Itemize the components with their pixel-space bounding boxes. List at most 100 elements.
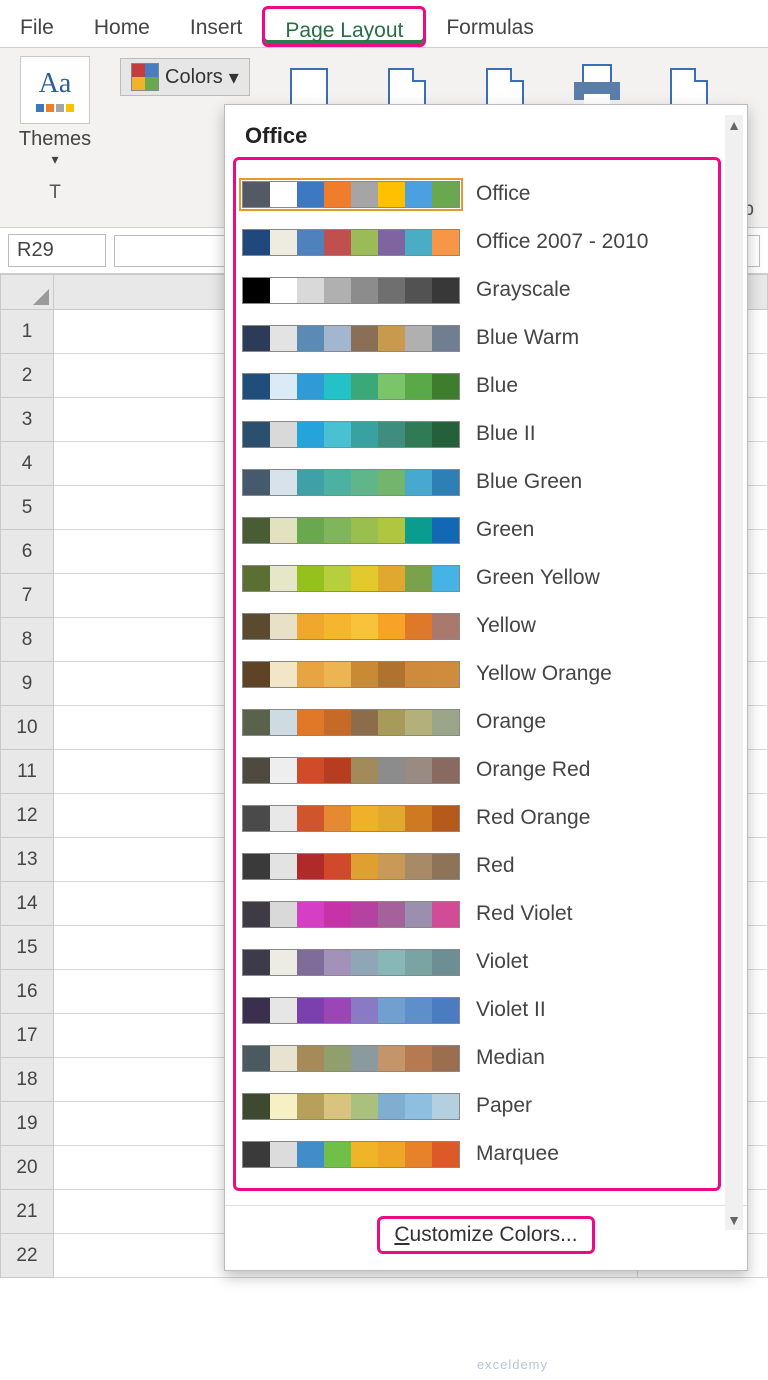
row-header-7[interactable]: 7: [0, 574, 54, 618]
color-theme-label: Office 2007 - 2010: [476, 230, 648, 254]
color-theme-paper[interactable]: Paper: [242, 1082, 712, 1130]
color-theme-label: Violet: [476, 950, 528, 974]
row-header-15[interactable]: 15: [0, 926, 54, 970]
color-theme-orange-red[interactable]: Orange Red: [242, 746, 712, 794]
color-swatches: [242, 853, 460, 880]
color-theme-label: Blue Warm: [476, 326, 579, 350]
color-theme-label: Blue: [476, 374, 518, 398]
colors-dropdown-button[interactable]: Colors ▾: [120, 58, 250, 96]
color-swatches: [242, 949, 460, 976]
tab-file[interactable]: File: [0, 6, 74, 47]
themes-button[interactable]: Aa: [20, 56, 90, 124]
colors-icon: [131, 63, 159, 91]
color-swatches: [242, 1141, 460, 1168]
color-theme-label: Blue II: [476, 422, 536, 446]
row-header-2[interactable]: 2: [0, 354, 54, 398]
row-header-11[interactable]: 11: [0, 750, 54, 794]
color-theme-blue-green[interactable]: Blue Green: [242, 458, 712, 506]
color-theme-label: Red: [476, 854, 515, 878]
color-swatches: [242, 661, 460, 688]
color-theme-label: Marquee: [476, 1142, 559, 1166]
row-header-8[interactable]: 8: [0, 618, 54, 662]
color-theme-grayscale[interactable]: Grayscale: [242, 266, 712, 314]
row-header-5[interactable]: 5: [0, 486, 54, 530]
select-all-corner[interactable]: [0, 274, 54, 310]
color-theme-blue[interactable]: Blue: [242, 362, 712, 410]
color-swatches: [242, 277, 460, 304]
chevron-down-icon[interactable]: ▾: [10, 151, 100, 168]
color-theme-red-orange[interactable]: Red Orange: [242, 794, 712, 842]
color-swatches: [242, 613, 460, 640]
color-theme-label: Violet II: [476, 998, 546, 1022]
color-theme-yellow-orange[interactable]: Yellow Orange: [242, 650, 712, 698]
color-theme-label: Red Violet: [476, 902, 573, 926]
tab-page-layout[interactable]: Page Layout: [262, 6, 426, 47]
color-swatches: [242, 421, 460, 448]
color-theme-median[interactable]: Median: [242, 1034, 712, 1082]
color-theme-red[interactable]: Red: [242, 842, 712, 890]
color-theme-green[interactable]: Green: [242, 506, 712, 554]
row-header-10[interactable]: 10: [0, 706, 54, 750]
colors-section-title: Office: [245, 123, 307, 149]
chevron-down-icon: ▾: [229, 65, 239, 90]
themes-label: Themes: [10, 128, 100, 151]
color-theme-label: Blue Green: [476, 470, 582, 494]
tab-home[interactable]: Home: [74, 6, 170, 47]
color-theme-violet[interactable]: Violet: [242, 938, 712, 986]
dropdown-scrollbar[interactable]: ▲ ▼: [725, 115, 743, 1230]
ribbon: Aa Themes ▾ T Colors ▾: [0, 48, 768, 228]
color-swatches: [242, 1093, 460, 1120]
customize-colors-button[interactable]: Customize Colors...: [377, 1216, 594, 1254]
row-header-3[interactable]: 3: [0, 398, 54, 442]
color-swatches: [242, 709, 460, 736]
scroll-up-icon[interactable]: ▲: [725, 115, 743, 135]
color-theme-label: Yellow: [476, 614, 536, 638]
row-header-14[interactable]: 14: [0, 882, 54, 926]
color-theme-label: Red Orange: [476, 806, 590, 830]
color-theme-label: Yellow Orange: [476, 662, 612, 686]
color-theme-label: Orange: [476, 710, 546, 734]
color-theme-red-violet[interactable]: Red Violet: [242, 890, 712, 938]
ribbon-tabs: File Home Insert Page Layout Formulas: [0, 0, 768, 48]
row-header-22[interactable]: 22: [0, 1234, 54, 1278]
row-header-9[interactable]: 9: [0, 662, 54, 706]
color-theme-list: Office Office 2007 - 2010 Grayscale Blue Wa…: [233, 157, 721, 1191]
row-header-20[interactable]: 20: [0, 1146, 54, 1190]
color-theme-yellow[interactable]: Yellow: [242, 602, 712, 650]
color-swatches: [242, 517, 460, 544]
row-header-21[interactable]: 21: [0, 1190, 54, 1234]
color-swatches: [242, 997, 460, 1024]
color-swatches: [242, 469, 460, 496]
color-theme-office[interactable]: Office: [242, 170, 712, 218]
color-theme-label: Median: [476, 1046, 545, 1070]
row-header-1[interactable]: 1: [0, 310, 54, 354]
color-theme-orange[interactable]: Orange: [242, 698, 712, 746]
row-header-19[interactable]: 19: [0, 1102, 54, 1146]
row-header-17[interactable]: 17: [0, 1014, 54, 1058]
color-swatches: [242, 229, 460, 256]
scroll-down-icon[interactable]: ▼: [725, 1210, 743, 1230]
print-area-button[interactable]: [572, 64, 622, 108]
color-theme-green-yellow[interactable]: Green Yellow: [242, 554, 712, 602]
color-theme-office-2007-2010[interactable]: Office 2007 - 2010: [242, 218, 712, 266]
row-header-12[interactable]: 12: [0, 794, 54, 838]
color-theme-label: Green Yellow: [476, 566, 600, 590]
color-theme-violet-ii[interactable]: Violet II: [242, 986, 712, 1034]
colors-button-label: Colors: [165, 66, 223, 89]
color-theme-blue-ii[interactable]: Blue II: [242, 410, 712, 458]
tab-formulas[interactable]: Formulas: [426, 6, 554, 47]
name-box[interactable]: R29: [8, 234, 106, 267]
row-header-6[interactable]: 6: [0, 530, 54, 574]
color-swatches: [242, 1045, 460, 1072]
themes-color-bars: [36, 104, 74, 112]
color-theme-blue-warm[interactable]: Blue Warm: [242, 314, 712, 362]
row-header-4[interactable]: 4: [0, 442, 54, 486]
color-theme-label: Paper: [476, 1094, 532, 1118]
tab-insert[interactable]: Insert: [170, 6, 263, 47]
row-header-16[interactable]: 16: [0, 970, 54, 1014]
row-header-13[interactable]: 13: [0, 838, 54, 882]
row-header-18[interactable]: 18: [0, 1058, 54, 1102]
color-theme-marquee[interactable]: Marquee: [242, 1130, 712, 1178]
color-swatches: [242, 181, 460, 208]
color-swatches: [242, 805, 460, 832]
